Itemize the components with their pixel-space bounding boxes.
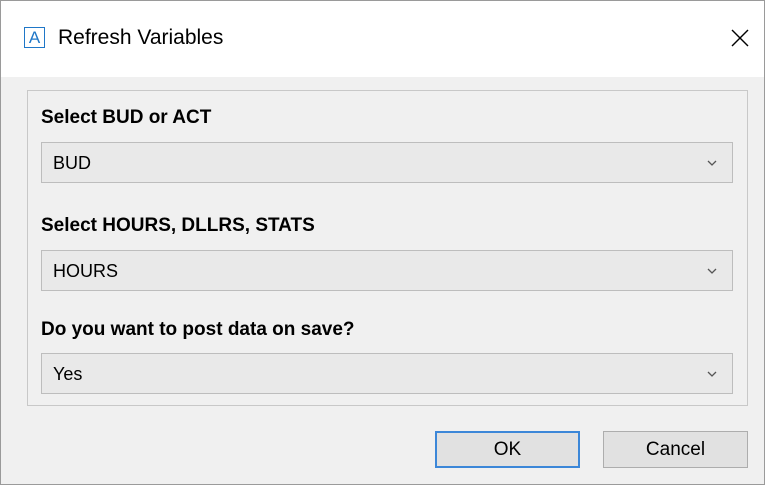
close-icon: [731, 29, 749, 47]
chevron-down-icon: [707, 371, 717, 377]
hours-dllrs-stats-dropdown[interactable]: HOURS: [41, 250, 733, 291]
field-label-hours-dllrs-stats: Select HOURS, DLLRS, STATS: [41, 215, 315, 236]
dropdown-value: BUD: [53, 153, 92, 173]
app-logo-icon: A: [24, 27, 45, 48]
chevron-down-icon: [707, 160, 717, 166]
bud-act-dropdown[interactable]: BUD: [41, 142, 733, 183]
close-button[interactable]: [723, 21, 757, 55]
cancel-button[interactable]: Cancel: [603, 431, 748, 468]
ok-button[interactable]: OK: [435, 431, 580, 468]
dropdown-value: HOURS: [53, 261, 119, 281]
dialog-title: Refresh Variables: [58, 26, 224, 49]
field-label-bud-act: Select BUD or ACT: [41, 107, 212, 128]
title-bar: A Refresh Variables: [1, 1, 764, 77]
field-label-post-data: Do you want to post data on save?: [41, 319, 355, 340]
post-data-dropdown[interactable]: Yes: [41, 353, 733, 394]
chevron-down-icon: [707, 268, 717, 274]
variables-group: Select BUD or ACT BUD Select HOURS, DLLR…: [27, 90, 748, 406]
refresh-variables-dialog: A Refresh Variables Select BUD or ACT BU…: [0, 0, 765, 485]
dropdown-value: Yes: [53, 364, 83, 384]
